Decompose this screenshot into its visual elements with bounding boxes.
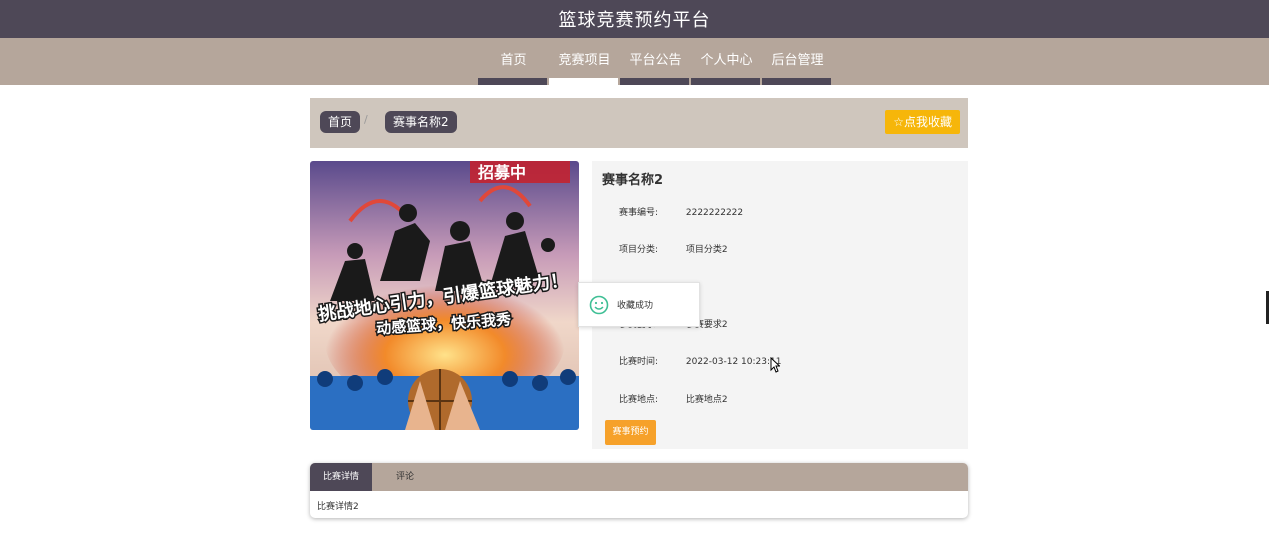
- nav-item-label: 个人中心: [700, 53, 753, 68]
- nav-underline: [549, 78, 618, 85]
- nav-item-label: 竞赛项目: [558, 53, 611, 68]
- nav-underline: [691, 78, 760, 85]
- info-key: 比赛时间:: [619, 357, 659, 367]
- event-name: 赛事名称2: [602, 173, 664, 188]
- tab-comments[interactable]: 评论: [372, 463, 427, 491]
- toast-notification: 收藏成功: [578, 282, 700, 327]
- info-value: 2022-03-12 10:23:11: [685, 357, 782, 367]
- info-key: 赛事编号:: [619, 208, 659, 218]
- nav-item-label: 平台公告: [629, 53, 682, 68]
- nav-underline: [620, 78, 689, 85]
- breadcrumb-current: 赛事名称2: [385, 111, 457, 133]
- book-event-button[interactable]: 赛事预约: [605, 420, 656, 445]
- info-key: 项目分类:: [619, 245, 659, 255]
- info-value: 2222222222: [685, 208, 744, 218]
- info-value: 比赛地点2: [685, 395, 728, 405]
- info-row-time: 比赛时间: 2022-03-12 10:23:11: [619, 354, 781, 367]
- info-row-category: 项目分类: 项目分类2: [619, 242, 728, 255]
- nav-underline: [478, 78, 547, 85]
- info-key: 比赛地点:: [619, 395, 659, 405]
- tab-content: 比赛详情2: [317, 502, 359, 512]
- smile-icon: [589, 295, 609, 314]
- star-outline-icon: ☆: [893, 115, 904, 129]
- event-poster: 招募中 挑战地心引力，引爆篮球魅力！ 动感篮球，快乐我秀: [310, 161, 579, 430]
- nav-underline: [762, 78, 831, 85]
- nav-item-announcements[interactable]: 平台公告: [620, 38, 691, 85]
- detail-tabs: 比赛详情 评论 比赛详情2: [310, 463, 968, 518]
- nav-item-label: 后台管理: [771, 53, 824, 68]
- main-nav: 首页 竞赛项目 平台公告 个人中心 后台管理: [0, 38, 1269, 85]
- site-title: 篮球竞赛预约平台: [558, 10, 711, 31]
- favorite-button[interactable]: ☆点我收藏: [885, 110, 960, 134]
- breadcrumb: 首页 / 赛事名称2 ☆点我收藏: [310, 98, 968, 148]
- nav-item-competition[interactable]: 竞赛项目: [549, 38, 620, 85]
- nav-item-home[interactable]: 首页: [478, 38, 549, 85]
- poster-image: 招募中 挑战地心引力，引爆篮球魅力！ 动感篮球，快乐我秀: [310, 161, 579, 430]
- breadcrumb-home[interactable]: 首页: [320, 111, 361, 133]
- breadcrumb-separator: /: [364, 113, 368, 126]
- nav-item-profile[interactable]: 个人中心: [691, 38, 762, 85]
- nav-item-label: 首页: [500, 53, 527, 68]
- tab-details[interactable]: 比赛详情: [310, 463, 373, 491]
- favorite-button-label: 点我收藏: [903, 115, 952, 129]
- poster-banner-text: 招募中: [478, 163, 526, 182]
- info-row-location: 比赛地点: 比赛地点2: [619, 392, 728, 405]
- mouse-cursor-icon: [770, 357, 780, 373]
- site-header: 篮球竞赛预约平台: [0, 0, 1269, 38]
- toast-message: 收藏成功: [617, 301, 654, 311]
- tabs-header: 比赛详情 评论: [310, 463, 968, 491]
- nav-item-admin[interactable]: 后台管理: [762, 38, 833, 85]
- info-row-code: 赛事编号: 2222222222: [619, 205, 743, 218]
- nav-items: 首页 竞赛项目 平台公告 个人中心 后台管理: [478, 38, 833, 85]
- info-value: 项目分类2: [685, 245, 728, 255]
